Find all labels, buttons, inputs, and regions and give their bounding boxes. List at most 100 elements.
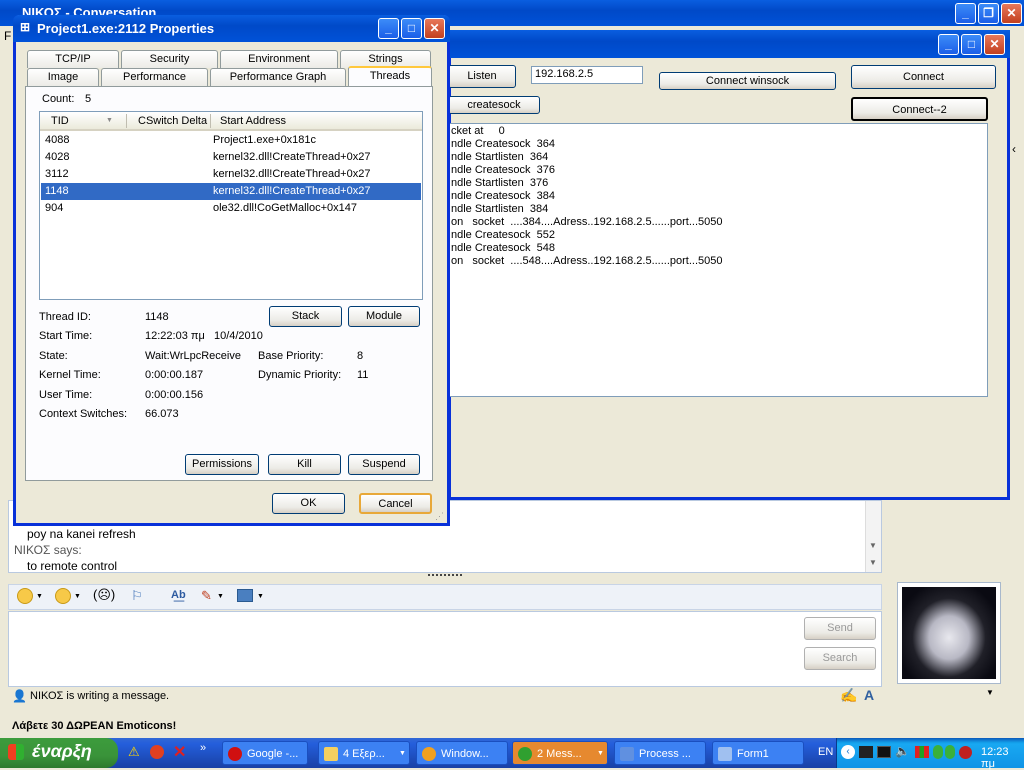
system-tray: ‹ 🔈 12:23 πμ bbox=[836, 738, 1024, 770]
messenger-close-button[interactable]: ✕ bbox=[1001, 3, 1022, 24]
background-icon[interactable] bbox=[237, 589, 253, 602]
taskbar-item-explorer[interactable]: 4 Εξερ... ▼ bbox=[318, 741, 410, 765]
chat-line: to remote control bbox=[27, 559, 118, 573]
form1-maximize-button[interactable]: □ bbox=[961, 34, 982, 55]
table-row-selected[interactable]: 1148 kernel32.dll!CreateThread+0x27 bbox=[41, 183, 421, 200]
tab-environment[interactable]: Environment bbox=[220, 50, 338, 68]
cell-tid: 3112 bbox=[45, 168, 69, 180]
tab-threads[interactable]: Threads bbox=[348, 66, 432, 86]
dropdown-arrow-icon[interactable]: ▼ bbox=[74, 593, 81, 600]
connect-button[interactable]: Connect bbox=[851, 65, 996, 89]
table-row[interactable]: 904 ole32.dll!CoGetMalloc+0x147 bbox=[41, 200, 421, 217]
taskbar-item-window[interactable]: Window... bbox=[416, 741, 508, 765]
user-time-value: 0:00:00.156 bbox=[145, 389, 204, 401]
quick-launch-warning-icon[interactable]: ⚠ bbox=[128, 744, 140, 760]
tray-volume-icon[interactable]: 🔈 bbox=[895, 744, 910, 758]
menu-file[interactable]: F bbox=[4, 29, 11, 43]
messenger-restore-button[interactable]: ❐ bbox=[978, 3, 999, 24]
kill-button[interactable]: Kill bbox=[268, 454, 341, 475]
cancel-button[interactable]: Cancel bbox=[359, 493, 432, 514]
listen-button[interactable]: Listen bbox=[448, 65, 516, 88]
pen-icon[interactable]: ✎ bbox=[201, 588, 212, 604]
taskbar-item-process[interactable]: Process ... bbox=[614, 741, 706, 765]
display-picture[interactable] bbox=[897, 582, 1001, 684]
search-button[interactable]: Search bbox=[804, 647, 876, 670]
form1-minimize-button[interactable]: _ bbox=[938, 34, 959, 55]
tab-performance[interactable]: Performance bbox=[101, 68, 208, 86]
thread-list[interactable]: TID ▼ CSwitch Delta Start Address 4088 P… bbox=[39, 111, 423, 300]
form1-close-button[interactable]: ✕ bbox=[984, 34, 1005, 55]
createsock-button[interactable]: createsock bbox=[448, 96, 540, 114]
promo-link[interactable]: Λάβετε 30 ΔΩΡΕΑΝ Emoticons! bbox=[12, 720, 176, 732]
nudge-icon[interactable]: (☹) bbox=[93, 587, 115, 603]
column-cswitch-delta[interactable]: CSwitch Delta bbox=[138, 115, 207, 127]
table-row[interactable]: 4028 kernel32.dll!CreateThread+0x27 bbox=[41, 149, 421, 166]
media-icon bbox=[422, 747, 436, 761]
tray-network-icon[interactable] bbox=[915, 746, 929, 758]
column-tid[interactable]: TID bbox=[51, 115, 69, 127]
cell-tid: 4088 bbox=[45, 134, 70, 146]
tray-monitor-icon[interactable] bbox=[877, 746, 891, 758]
taskbar-item-form1[interactable]: Form1 bbox=[712, 741, 804, 765]
tray-status-icon[interactable] bbox=[959, 746, 972, 759]
stack-button[interactable]: Stack bbox=[269, 306, 342, 327]
font-icon[interactable]: A͟b bbox=[171, 589, 186, 601]
text-mode-icon[interactable]: A bbox=[864, 687, 874, 703]
tab-performance-graph[interactable]: Performance Graph bbox=[210, 68, 346, 86]
cell-tid: 4028 bbox=[45, 151, 70, 163]
tab-image[interactable]: Image bbox=[27, 68, 99, 86]
handwriting-icon[interactable]: ✍ bbox=[840, 687, 857, 704]
suspend-button[interactable]: Suspend bbox=[348, 454, 420, 475]
dropdown-arrow-icon[interactable]: ▼ bbox=[217, 593, 224, 600]
picture-menu-arrow-icon[interactable]: ▼ bbox=[986, 688, 994, 697]
splitter-handle[interactable] bbox=[428, 574, 462, 578]
permissions-button[interactable]: Permissions bbox=[185, 454, 259, 475]
quick-launch-ie-icon[interactable] bbox=[150, 745, 164, 759]
column-start-address[interactable]: Start Address bbox=[220, 115, 286, 127]
resize-grip-icon[interactable]: ⋰ bbox=[435, 511, 444, 522]
properties-minimize-button[interactable]: _ bbox=[378, 18, 399, 39]
scroll-end-icon[interactable]: ▼ bbox=[869, 558, 877, 567]
taskbar-item-google[interactable]: Google -... bbox=[222, 741, 308, 765]
chat-scrollbar[interactable]: ▼ ▼ bbox=[865, 501, 881, 572]
tray-collapse-icon[interactable]: ‹ bbox=[841, 745, 855, 759]
log-line: ndle Createsock 376 bbox=[451, 164, 555, 176]
language-indicator[interactable]: EN bbox=[818, 746, 833, 758]
taskbar-item-label: Process ... bbox=[639, 748, 691, 760]
scroll-down-icon[interactable]: ▼ bbox=[869, 541, 877, 550]
ok-button[interactable]: OK bbox=[272, 493, 345, 514]
dropdown-arrow-icon[interactable]: ▼ bbox=[36, 593, 43, 600]
log-line: ndle Startlisten 384 bbox=[451, 203, 549, 215]
message-input[interactable] bbox=[8, 611, 882, 687]
taskbar-item-messenger[interactable]: 2 Mess... ▼ bbox=[512, 741, 608, 765]
start-time-label: Start Time: bbox=[39, 330, 93, 342]
form1-titlebar[interactable] bbox=[448, 30, 1010, 58]
dropdown-arrow-icon[interactable]: ▼ bbox=[257, 593, 264, 600]
log-list[interactable]: cket at 0 ndle Createsock 364 ndle Startli… bbox=[448, 123, 988, 397]
table-row[interactable]: 4088 Project1.exe+0x181c bbox=[41, 132, 421, 149]
tray-camera-icon[interactable] bbox=[859, 746, 873, 758]
voice-clip-icon[interactable]: ⚐ bbox=[131, 588, 143, 604]
properties-maximize-button[interactable]: □ bbox=[401, 18, 422, 39]
tab-tcpip[interactable]: TCP/IP bbox=[27, 50, 119, 68]
tray-messenger-icon[interactable] bbox=[933, 745, 943, 759]
table-row[interactable]: 3112 kernel32.dll!CreateThread+0x27 bbox=[41, 166, 421, 183]
properties-close-button[interactable]: ✕ bbox=[424, 18, 445, 39]
module-button[interactable]: Module bbox=[348, 306, 420, 327]
clock[interactable]: 12:23 πμ bbox=[981, 746, 1024, 770]
wink-icon[interactable] bbox=[55, 588, 71, 604]
tray-messenger-icon[interactable] bbox=[945, 745, 955, 759]
log-line: on socket ....548....Adress..192.168.2.5… bbox=[451, 255, 723, 267]
start-button[interactable]: έναρξη bbox=[0, 738, 118, 768]
collapse-arrow-icon[interactable]: ‹ bbox=[1012, 142, 1016, 156]
send-button[interactable]: Send bbox=[804, 617, 876, 640]
quick-launch-close-icon[interactable]: ✕ bbox=[173, 742, 186, 762]
connect2-button[interactable]: Connect--2 bbox=[851, 97, 988, 121]
messenger-minimize-button[interactable]: _ bbox=[955, 3, 976, 24]
group-arrow-icon: ▼ bbox=[597, 750, 604, 757]
quick-launch-more-icon[interactable]: » bbox=[200, 742, 206, 754]
ip-input[interactable]: 192.168.2.5 bbox=[531, 66, 643, 84]
tab-security[interactable]: Security bbox=[121, 50, 218, 68]
connect-winsock-button[interactable]: Connect winsock bbox=[659, 72, 836, 90]
emoticon-icon[interactable] bbox=[17, 588, 33, 604]
